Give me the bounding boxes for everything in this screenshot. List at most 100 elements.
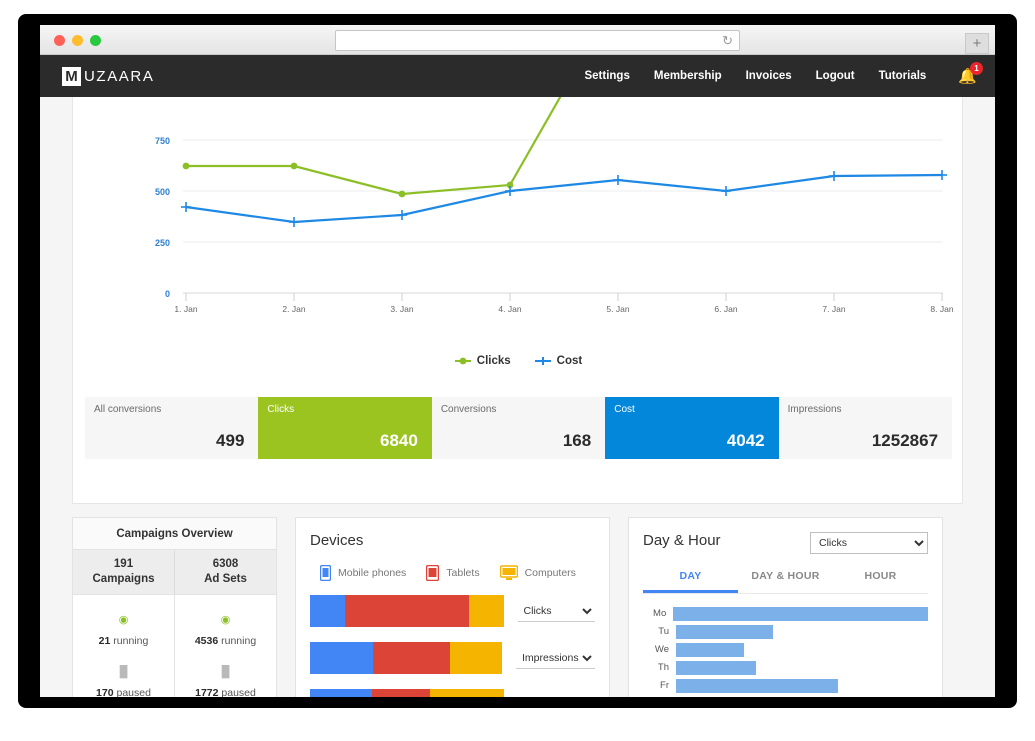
day-bar-chart: Mo Tu We Th Fr xyxy=(643,606,928,697)
tablet-icon xyxy=(426,565,440,581)
stat-running-label: running xyxy=(113,635,149,647)
segment-mobile xyxy=(310,595,345,627)
kpi-card-conversions[interactable]: Conversions 168 xyxy=(431,397,606,459)
day-label-we: We xyxy=(654,644,669,655)
devices-metric-select-ctr[interactable]: CTR xyxy=(517,694,595,697)
address-bar[interactable]: ↻ xyxy=(335,30,740,51)
stat-running-label: running xyxy=(221,635,257,647)
screenshot-root: ↻ + M UZAARA Settings Membership Invoice… xyxy=(0,0,1035,741)
stat-running: ◉ 21 running xyxy=(73,613,174,649)
stacked-bar xyxy=(310,689,504,697)
devices-bars: Clicks Impressions CTR xyxy=(310,595,595,697)
kpi-label: Impressions xyxy=(787,404,842,415)
mobile-phone-icon xyxy=(320,565,331,581)
tab-hour[interactable]: HOUR xyxy=(833,570,928,593)
desktop-icon xyxy=(499,565,518,580)
day-bar-sa xyxy=(676,696,833,697)
svg-text:1. Jan: 1. Jan xyxy=(174,304,197,314)
app-viewport: M UZAARA Settings Membership Invoices Lo… xyxy=(40,55,995,697)
stat-running-text: 21 running xyxy=(99,635,149,647)
logo-text: UZAARA xyxy=(84,67,155,85)
campaigns-label: Campaigns xyxy=(92,573,155,585)
day-label-fr: Fr xyxy=(660,680,669,691)
chart-svg: 750 500 250 0 1. Jan 2. Jan 3. Jan 4. Ja… xyxy=(155,97,954,314)
day-bar-row: Mo xyxy=(643,606,928,621)
segment-computers xyxy=(429,689,504,697)
minimize-window-button[interactable] xyxy=(72,35,83,46)
brand-logo[interactable]: M UZAARA xyxy=(62,66,155,86)
kpi-card-all-conversions[interactable]: All conversions 499 xyxy=(85,397,259,459)
chart-legend: Clicks Cost xyxy=(73,355,962,367)
day-and-hour-title: Day & Hour xyxy=(643,532,721,549)
segment-tablets xyxy=(373,642,451,674)
devices-legend-mobile[interactable]: Mobile phones xyxy=(320,565,406,581)
nav-links: Settings Membership Invoices Logout Tuto… xyxy=(584,61,983,86)
window-controls xyxy=(54,35,101,46)
day-bar-row: We xyxy=(643,642,928,657)
devices-legend-computers[interactable]: Computers xyxy=(499,565,576,581)
svg-text:5. Jan: 5. Jan xyxy=(606,304,629,314)
play-circle-icon: ◉ xyxy=(118,614,129,626)
kpi-card-clicks[interactable]: Clicks 6840 xyxy=(258,397,432,459)
stat-paused: ▐▌ 170 paused xyxy=(73,665,174,697)
nav-item-tutorials[interactable]: Tutorials xyxy=(879,70,927,82)
kpi-card-cost[interactable]: Cost 4042 xyxy=(605,397,779,459)
pause-icon: ▐▌ xyxy=(217,666,234,678)
kpi-label: Clicks xyxy=(267,404,295,415)
segment-computers xyxy=(468,595,504,627)
day-bar-mo xyxy=(673,606,928,621)
devices-metric-select-clicks[interactable]: Clicks xyxy=(517,600,595,622)
segment-tablets xyxy=(344,595,469,627)
legend-item-clicks[interactable]: Clicks xyxy=(454,355,511,367)
notification-badge: 1 xyxy=(970,61,983,75)
devices-row-impressions: Impressions xyxy=(310,642,595,674)
nav-item-settings[interactable]: Settings xyxy=(584,70,629,82)
tab-day[interactable]: DAY xyxy=(643,570,738,593)
legend-item-cost[interactable]: Cost xyxy=(534,355,583,367)
maximize-window-button[interactable] xyxy=(90,35,101,46)
campaigns-overview-title: Campaigns Overview xyxy=(73,518,276,550)
adsets-label: Ad Sets xyxy=(204,573,247,585)
tab-day-and-hour[interactable]: DAY & HOUR xyxy=(738,570,833,593)
stat-paused-value: 1772 xyxy=(195,687,219,697)
notifications-button[interactable]: 🔔 1 xyxy=(958,61,983,86)
reload-icon[interactable]: ↻ xyxy=(722,34,733,48)
svg-text:3. Jan: 3. Jan xyxy=(390,304,413,314)
kpi-label: Conversions xyxy=(440,404,497,415)
day-and-hour-tabs: DAY DAY & HOUR HOUR xyxy=(643,570,928,593)
kpi-value: 4042 xyxy=(726,431,765,450)
stat-paused-value: 170 xyxy=(96,687,114,697)
kpi-label: All conversions xyxy=(94,404,162,415)
kpi-value: 499 xyxy=(216,431,245,450)
day-bar-row: Sa xyxy=(643,696,928,697)
stat-running: ◉ 4536 running xyxy=(175,613,276,649)
performance-chart-card: 750 500 250 0 1. Jan 2. Jan 3. Jan 4. Ja… xyxy=(72,97,963,504)
kpi-value: 1252867 xyxy=(871,431,939,450)
devices-legend-tablets-label: Tablets xyxy=(446,567,480,579)
campaigns-column-header: 191 Campaigns xyxy=(73,550,174,594)
day-and-hour-metric-select[interactable]: Clicks xyxy=(810,532,928,554)
legend-label-cost: Cost xyxy=(556,355,583,367)
app-navbar: M UZAARA Settings Membership Invoices Lo… xyxy=(40,55,995,97)
nav-item-membership[interactable]: Membership xyxy=(654,70,722,82)
day-bar-row: Th xyxy=(643,660,928,675)
campaigns-stat-columns: ◉ 21 running ▐▌ 170 paused ⏱ xyxy=(73,595,276,697)
segment-mobile xyxy=(310,689,372,697)
day-bar-we xyxy=(676,642,745,657)
kpi-card-impressions[interactable]: Impressions 1252867 xyxy=(778,397,953,459)
devices-legend-tablets[interactable]: Tablets xyxy=(426,565,480,581)
devices-legend-mobile-label: Mobile phones xyxy=(338,567,407,579)
stat-paused: ▐▌ 1772 paused xyxy=(175,665,276,697)
kpi-label: Cost xyxy=(614,404,635,415)
nav-item-invoices[interactable]: Invoices xyxy=(746,70,792,82)
day-bar-fr xyxy=(676,678,839,693)
devices-metric-select-impressions[interactable]: Impressions xyxy=(516,647,595,669)
new-tab-button[interactable]: + xyxy=(965,33,989,54)
stat-paused-label: paused xyxy=(116,687,151,697)
nav-item-logout[interactable]: Logout xyxy=(816,70,855,82)
close-window-button[interactable] xyxy=(54,35,65,46)
adsets-column-header: 6308 Ad Sets xyxy=(174,550,276,594)
segment-mobile xyxy=(310,642,374,674)
performance-chart: 750 500 250 0 1. Jan 2. Jan 3. Jan 4. Ja… xyxy=(73,97,962,357)
svg-text:8. Jan: 8. Jan xyxy=(930,304,953,314)
